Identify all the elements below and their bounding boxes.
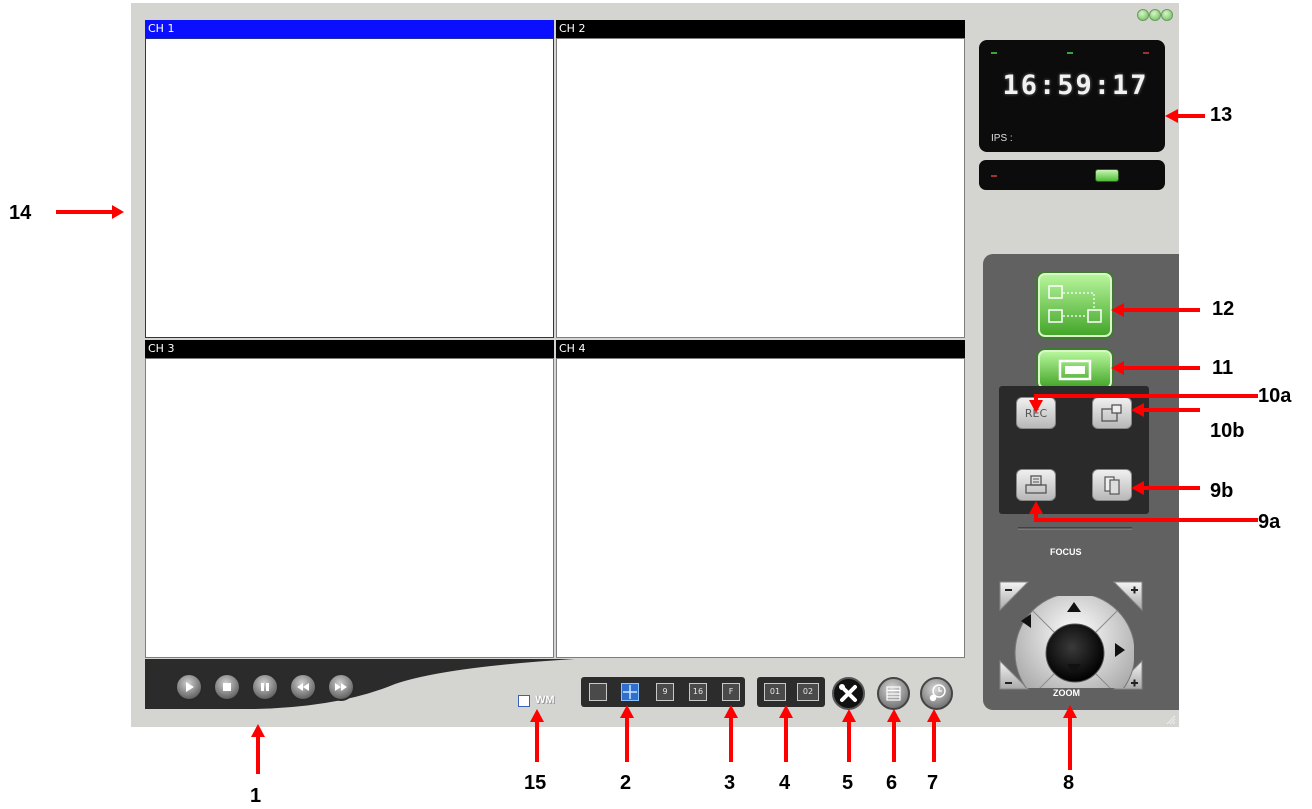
rewind-icon	[297, 683, 309, 691]
clock-display: 16:59:17 IPS :	[979, 40, 1165, 152]
monitor-icon	[1058, 359, 1092, 380]
resize-grip-icon[interactable]	[1164, 713, 1176, 725]
annotation-label: 4	[779, 772, 791, 794]
maximize-icon[interactable]	[1149, 9, 1161, 21]
indicator-led	[991, 175, 997, 177]
list-button[interactable]	[877, 677, 910, 710]
channel-2-view[interactable]	[556, 38, 965, 338]
record-button[interactable]: REC	[1016, 397, 1056, 429]
watermark-label: WM	[535, 694, 555, 706]
layout-4-button[interactable]	[621, 683, 639, 701]
stop-button[interactable]	[213, 673, 241, 701]
settings-button[interactable]	[832, 677, 865, 710]
close-icon[interactable]	[1161, 9, 1173, 21]
copy-snapshot-button[interactable]	[1092, 469, 1132, 501]
up-arrow-icon[interactable]	[1066, 601, 1082, 613]
watermark-checkbox[interactable]	[518, 695, 530, 707]
panel-divider	[1018, 527, 1132, 530]
rewind-button[interactable]	[289, 673, 317, 701]
channel-1-title: CH 1	[145, 20, 554, 38]
annotation-label: 9b	[1210, 480, 1234, 502]
layout-9-button[interactable]: 9	[656, 683, 674, 701]
indicator-led	[1067, 52, 1073, 54]
down-arrow-icon[interactable]	[1066, 663, 1082, 675]
annotation-label: 15	[524, 772, 547, 794]
list-icon	[886, 686, 901, 701]
network-diagram-icon	[1048, 285, 1102, 323]
pause-button[interactable]	[251, 673, 279, 701]
group-01-button[interactable]: 01	[764, 683, 786, 701]
status-led	[1095, 169, 1119, 182]
annotation-label: 14	[9, 202, 32, 224]
annotation-label: 10a	[1258, 385, 1292, 407]
minimize-icon[interactable]	[1137, 9, 1149, 21]
annotation-label: 12	[1212, 298, 1235, 320]
play-icon	[186, 682, 194, 692]
pause-icon	[261, 683, 269, 691]
channel-3-view[interactable]	[145, 358, 554, 658]
annotation-label: 1	[250, 785, 262, 807]
popup-window-button[interactable]	[1092, 397, 1132, 429]
fast-forward-icon	[335, 683, 347, 691]
play-button[interactable]	[175, 673, 203, 701]
indicator-led	[1143, 52, 1149, 54]
status-bar	[979, 160, 1165, 190]
annotation-label: 7	[927, 772, 939, 794]
annotation-label: 9a	[1258, 511, 1281, 533]
annotation-label: 6	[886, 772, 898, 794]
printer-icon	[1025, 475, 1047, 494]
channel-2-title: CH 2	[556, 20, 965, 38]
ips-label: IPS :	[991, 133, 1013, 144]
channel-4-title: CH 4	[556, 340, 965, 358]
settings-tools-icon	[839, 684, 857, 702]
channel-4-view[interactable]	[556, 358, 965, 658]
channel-1-view[interactable]	[145, 38, 554, 338]
single-view-button[interactable]	[1038, 350, 1112, 389]
schedule-clock-icon	[929, 684, 946, 702]
group-02-button[interactable]: 02	[797, 683, 819, 701]
clock-time: 16:59:17	[1002, 70, 1149, 101]
annotation-label: 5	[842, 772, 854, 794]
window-popout-icon	[1101, 404, 1122, 422]
annotation-label: 3	[724, 772, 736, 794]
fullscreen-layout-button[interactable]: F	[722, 683, 740, 701]
network-link-button[interactable]	[1038, 273, 1112, 337]
indicator-led	[991, 52, 997, 54]
layout-1-button[interactable]	[589, 683, 607, 701]
layout-16-button[interactable]: 16	[689, 683, 707, 701]
annotation-label: 8	[1063, 772, 1075, 794]
channel-3-title: CH 3	[145, 340, 554, 358]
annotation-label: 11	[1212, 357, 1234, 379]
stop-icon	[223, 683, 231, 691]
annotation-label: 2	[620, 772, 632, 794]
quad-grid-icon	[623, 685, 637, 699]
schedule-button[interactable]	[920, 677, 953, 710]
annotation-label: 13	[1210, 104, 1233, 126]
annotation-label: 10b	[1210, 420, 1245, 442]
copy-pages-icon	[1104, 476, 1120, 495]
playback-bar	[145, 659, 575, 709]
left-arrow-icon[interactable]	[1020, 613, 1032, 629]
fast-forward-button[interactable]	[327, 673, 355, 701]
right-arrow-icon[interactable]	[1114, 642, 1126, 658]
print-button[interactable]	[1016, 469, 1056, 501]
